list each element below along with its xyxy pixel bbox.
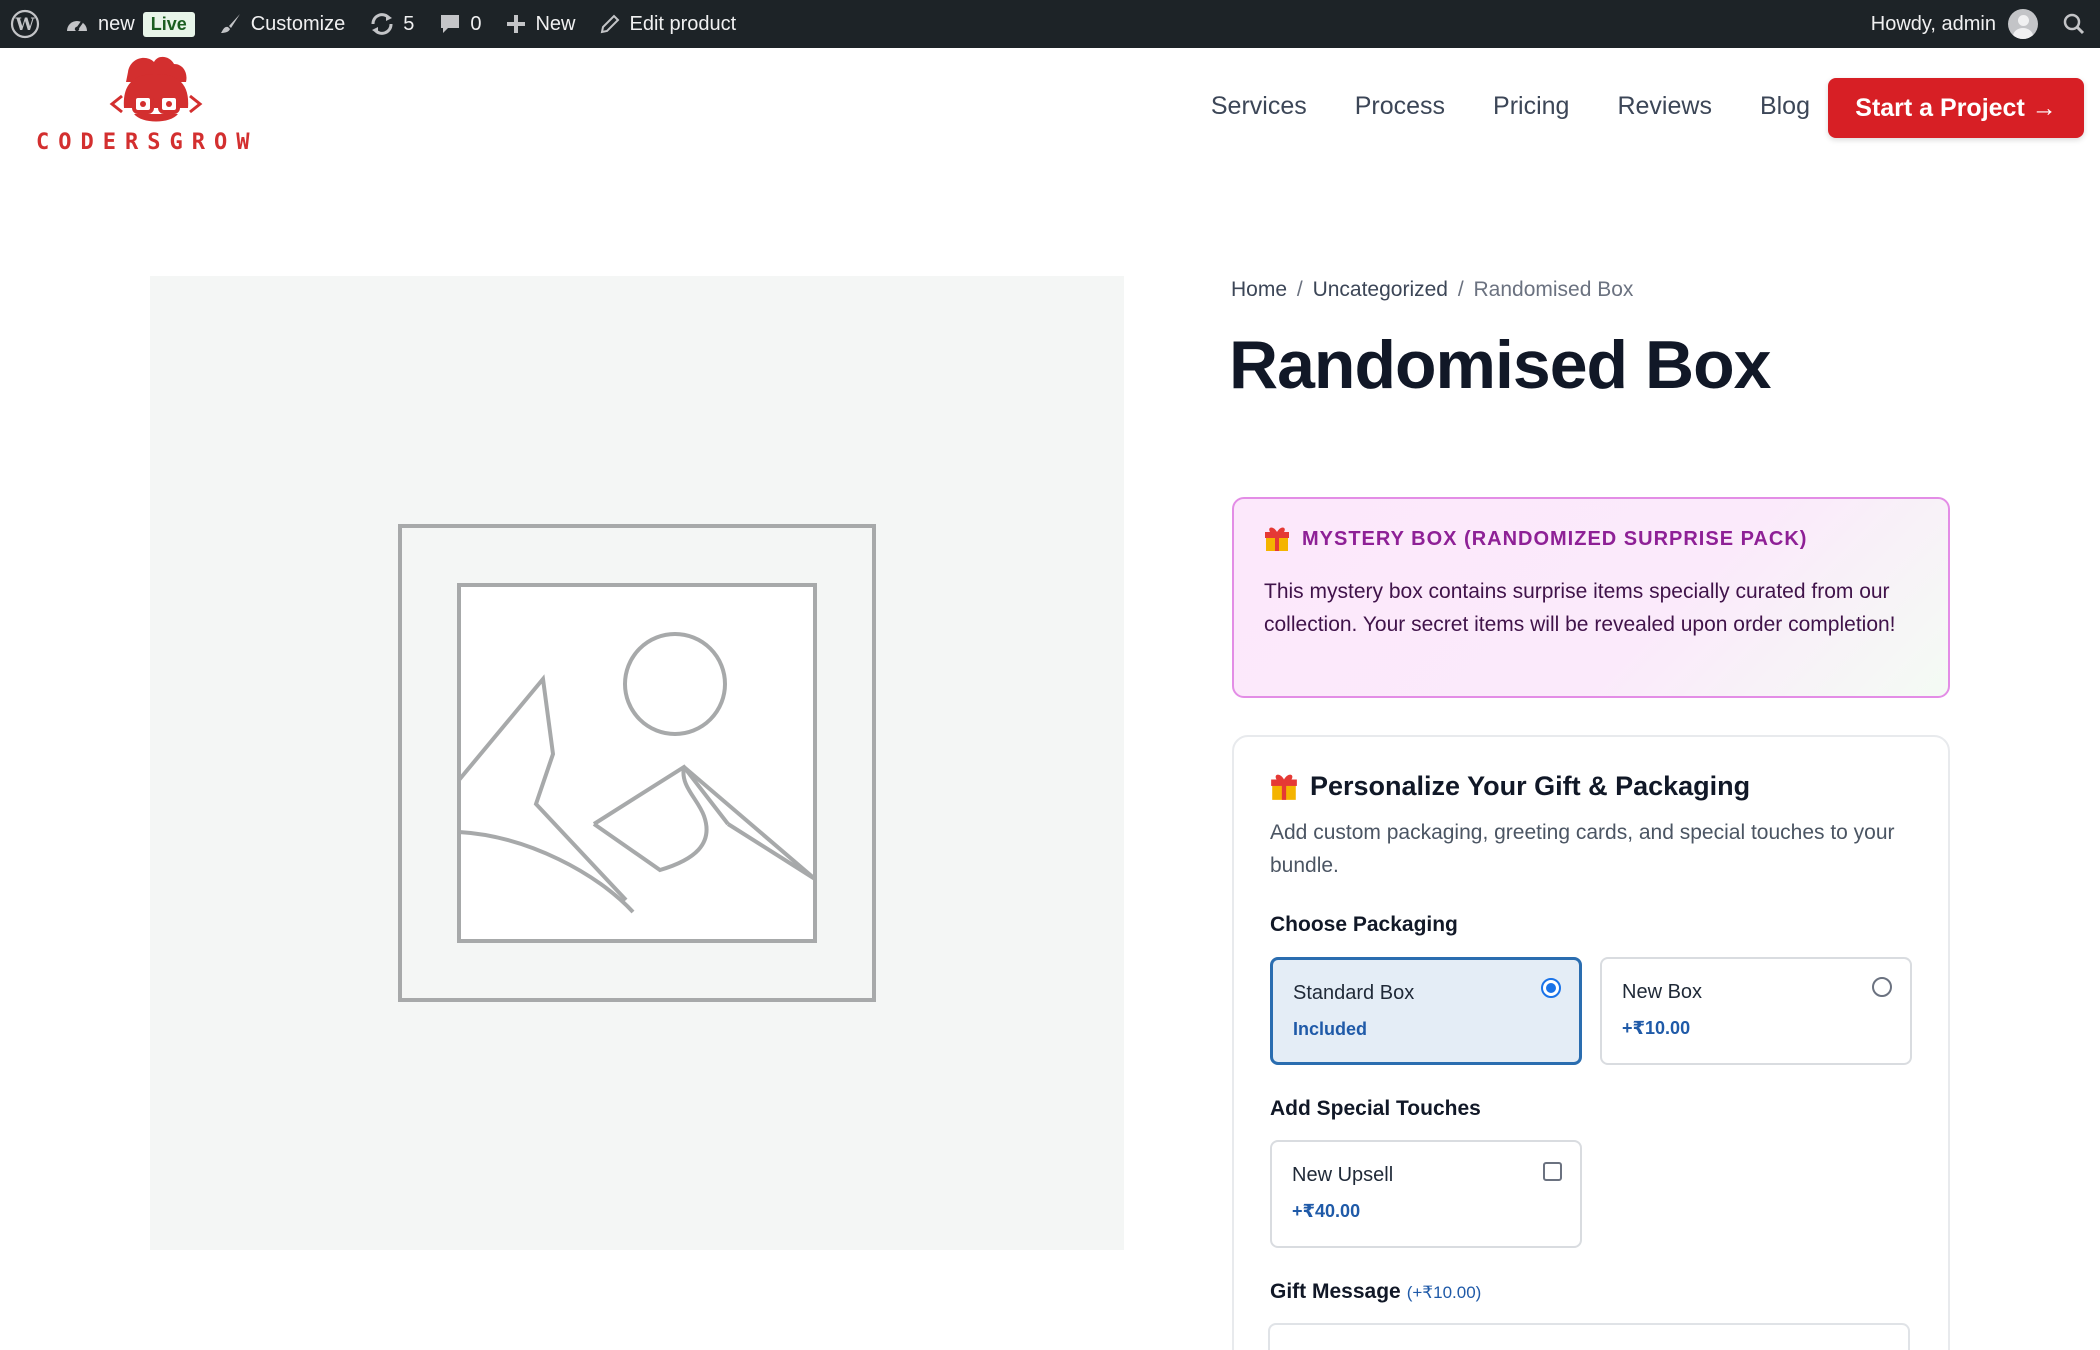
breadcrumb-separator: / [1457,278,1464,301]
mystery-box-notice: MYSTERY BOX (RANDOMIZED SURPRISE PACK) T… [1232,497,1950,698]
search-icon [2063,13,2085,35]
coder-mascot-logo [109,56,203,122]
edit-product-label: Edit product [629,12,737,35]
upsell-checkbox[interactable] [1543,1162,1562,1181]
personalize-subtitle: Add custom packaging, greeting cards, an… [1270,821,1895,877]
packaging-radio[interactable] [1872,977,1892,997]
comments-link[interactable]: 0 [426,0,493,48]
gift-icon [1265,527,1289,551]
packaging-option-new-box[interactable]: New Box +₹10.00 [1600,957,1912,1065]
updates-link[interactable]: 5 [357,0,426,48]
option-name: Standard Box [1293,982,1415,1004]
updates-count: 5 [403,12,415,35]
account-menu[interactable]: Howdy, admin [1859,0,2050,48]
breadcrumb-home[interactable]: Home [1231,278,1287,301]
site-menu[interactable]: new Live [52,0,207,48]
updates-icon [371,13,393,35]
brush-icon [220,14,240,33]
logo-wordmark: CODERSGROW [36,130,259,155]
gift-message-title: Gift Message [1270,1280,1401,1303]
gift-icon [1271,774,1297,800]
admin-search[interactable] [2050,0,2100,48]
avatar [2008,9,2038,39]
option-name: New Upsell [1292,1164,1394,1186]
breadcrumb-current: Randomised Box [1473,278,1634,301]
option-price: +₹10.00 [1622,1018,1691,1038]
admin-bar: W new Live Customize 5 0 New Edit produc… [0,0,2100,48]
nav-blog[interactable]: Blog [1760,92,1810,121]
packaging-label: Choose Packaging [1270,913,1458,936]
packaging-option-standard-box[interactable]: Standard Box Included [1270,957,1582,1065]
edit-product-link[interactable]: Edit product [587,0,748,48]
gift-message-price: (+₹10.00) [1406,1283,1482,1302]
personalize-heading: Personalize Your Gift & Packaging [1270,771,1912,802]
packaging-radio[interactable] [1541,978,1561,998]
howdy-text: Howdy, admin [1870,12,1996,35]
special-touches-label: Add Special Touches [1270,1097,1481,1120]
product-title: Randomised Box [1229,327,1771,403]
nav-reviews[interactable]: Reviews [1617,92,1711,121]
main-nav: Services Process Pricing Reviews Blog [1211,92,1810,121]
option-price: +₹40.00 [1292,1201,1361,1221]
personalize-title: Personalize Your Gift & Packaging [1310,771,1751,801]
live-badge: Live [142,11,195,37]
mystery-box-title: MYSTERY BOX (RANDOMIZED SURPRISE PACK) [1302,527,1808,550]
new-content-link[interactable]: New [493,0,587,48]
svg-text:W: W [14,15,35,35]
plus-icon [507,15,526,33]
pencil-icon [601,14,620,34]
nav-pricing[interactable]: Pricing [1493,92,1569,121]
product-image[interactable] [150,276,1124,1250]
customize-label: Customize [250,12,346,35]
new-label: New [535,12,576,35]
mystery-box-description: This mystery box contains surprise items… [1264,580,1896,636]
comment-icon [441,15,460,33]
touch-option-new-upsell[interactable]: New Upsell +₹40.00 [1270,1140,1582,1248]
gift-message-label: Gift Message (+₹10.00) [1270,1280,1481,1304]
personalize-card: Personalize Your Gift & Packaging Add cu… [1232,735,1950,1350]
start-project-button[interactable]: Start a Project → [1828,78,2084,138]
breadcrumb: Home / Uncategorized / Randomised Box [1231,278,1633,302]
mystery-box-heading: MYSTERY BOX (RANDOMIZED SURPRISE PACK) [1264,525,1918,553]
comments-count: 0 [470,12,482,35]
image-placeholder-icon [398,524,876,1002]
option-name: New Box [1622,981,1703,1003]
site-name: new [98,12,135,35]
option-price: Included [1293,1019,1368,1039]
gift-message-input[interactable] [1268,1323,1910,1350]
wordpress-logo-icon[interactable]: W [0,0,52,48]
site-logo[interactable]: CODERSGROW [36,52,276,162]
site-header: CODERSGROW Services Process Pricing Revi… [0,48,2100,166]
breadcrumb-category[interactable]: Uncategorized [1313,278,1448,301]
dashboard-icon [67,21,87,32]
nav-services[interactable]: Services [1211,92,1307,121]
nav-process[interactable]: Process [1355,92,1445,121]
breadcrumb-separator: / [1296,278,1303,301]
customize-link[interactable]: Customize [207,0,357,48]
